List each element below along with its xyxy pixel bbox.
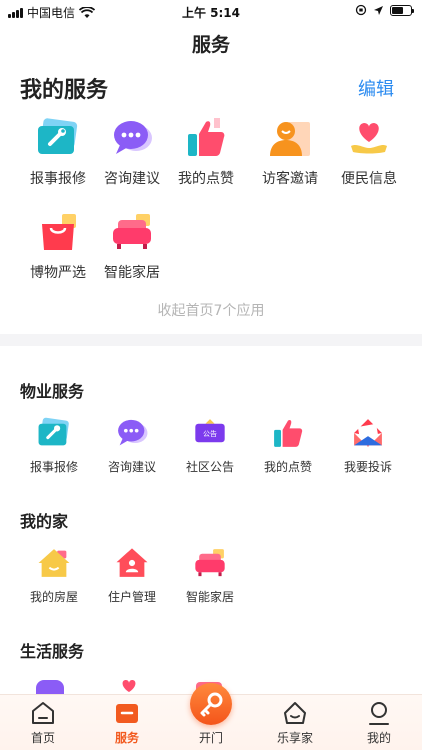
chat-bubble-icon bbox=[115, 416, 149, 450]
repair-card-icon bbox=[37, 416, 71, 450]
sofa-icon bbox=[110, 210, 154, 254]
house-icon bbox=[37, 546, 71, 580]
property-item-label: 咨询建议 bbox=[107, 460, 156, 474]
home-item-house[interactable]: 我的房屋 bbox=[14, 546, 94, 605]
service-item-repair[interactable]: 报事报修 bbox=[16, 116, 100, 188]
visitor-icon bbox=[268, 116, 312, 160]
tab-label: 服务 bbox=[114, 731, 139, 745]
my-services-title: 我的服务 bbox=[20, 78, 109, 103]
property-item-like[interactable]: 我的点赞 bbox=[248, 416, 328, 475]
service-item-label: 博物严选 bbox=[30, 265, 86, 281]
section-divider bbox=[0, 334, 422, 346]
my-services-header: 我的服务 编辑 bbox=[20, 72, 394, 104]
property-services-title: 物业服务 bbox=[20, 382, 85, 401]
tab-profile[interactable]: 我的 bbox=[344, 699, 414, 746]
service-item-info[interactable]: 便民信息 bbox=[327, 116, 411, 188]
collapse-apps-button[interactable]: 收起首页7个应用 bbox=[0, 300, 422, 320]
tab-spacer bbox=[197, 699, 225, 727]
property-item-label: 报事报修 bbox=[29, 460, 78, 474]
complaint-envelope-icon bbox=[351, 416, 385, 450]
home-item-label: 智能家居 bbox=[185, 590, 234, 604]
home-item-residents[interactable]: 住户管理 bbox=[92, 546, 172, 605]
sofa-icon bbox=[193, 546, 227, 580]
home-item-label: 住户管理 bbox=[107, 590, 156, 604]
property-item-consult[interactable]: 咨询建议 bbox=[92, 416, 172, 475]
service-item-label: 智能家居 bbox=[104, 265, 160, 281]
tab-open-door[interactable]: 开门 bbox=[176, 699, 246, 746]
smile-house-icon bbox=[281, 699, 309, 727]
thumbs-up-icon bbox=[271, 416, 305, 450]
property-item-label: 社区公告 bbox=[185, 460, 234, 474]
heart-hand-icon bbox=[118, 678, 140, 694]
home-icon bbox=[29, 699, 57, 727]
my-home-title: 我的家 bbox=[20, 512, 69, 531]
home-item-smarthome[interactable]: 智能家居 bbox=[170, 546, 250, 605]
home-item-label: 我的房屋 bbox=[29, 590, 78, 604]
service-item-label: 访客邀请 bbox=[262, 171, 318, 187]
profile-icon bbox=[365, 699, 393, 727]
service-item-like[interactable]: 我的点赞 bbox=[164, 116, 248, 188]
heart-hand-icon bbox=[347, 116, 391, 160]
service-item-label: 便民信息 bbox=[341, 171, 397, 187]
service-item-label: 报事报修 bbox=[30, 171, 86, 187]
service-item-label: 我的点赞 bbox=[178, 171, 234, 187]
repair-card-icon bbox=[36, 116, 80, 160]
battery-icon bbox=[390, 4, 414, 16]
tab-label: 我的 bbox=[366, 731, 391, 745]
page-title: 服务 bbox=[191, 34, 230, 56]
service-item-consult[interactable]: 咨询建议 bbox=[90, 116, 174, 188]
tab-label: 乐享家 bbox=[276, 731, 313, 745]
tab-label: 首页 bbox=[30, 731, 55, 745]
location-icon bbox=[374, 5, 383, 15]
tab-home[interactable]: 首页 bbox=[8, 699, 78, 746]
service-item-shop[interactable]: 博物严选 bbox=[16, 210, 100, 282]
shopping-bag-icon bbox=[36, 210, 80, 254]
tab-label: 开门 bbox=[198, 731, 223, 745]
notice-board-icon: 公告 bbox=[193, 416, 227, 450]
orientation-lock-icon bbox=[355, 4, 367, 16]
service-item-smarthome[interactable]: 智能家居 bbox=[90, 210, 174, 282]
life-services-title: 生活服务 bbox=[20, 642, 85, 661]
property-item-repair[interactable]: 报事报修 bbox=[14, 416, 94, 475]
tab-lexiangjia[interactable]: 乐享家 bbox=[260, 699, 330, 746]
bottom-tab-bar: 首页 服务 开门 乐享家 我的 bbox=[0, 683, 422, 750]
property-item-label: 我要投诉 bbox=[343, 460, 392, 474]
property-item-label: 我的点赞 bbox=[263, 460, 312, 474]
tab-service[interactable]: 服务 bbox=[92, 699, 162, 746]
status-bar: 中国电信 上午 5:14 bbox=[0, 0, 422, 22]
service-item-visitor[interactable]: 访客邀请 bbox=[248, 116, 332, 188]
property-item-complaint[interactable]: 我要投诉 bbox=[328, 416, 408, 475]
service-icon bbox=[113, 699, 141, 727]
notice-badge-text: 公告 bbox=[203, 430, 217, 438]
property-item-notice[interactable]: 公告 社区公告 bbox=[170, 416, 250, 475]
chat-bubble-icon bbox=[110, 116, 154, 160]
service-item-label: 咨询建议 bbox=[104, 171, 160, 187]
thumbs-up-icon bbox=[184, 116, 228, 160]
resident-house-icon bbox=[115, 546, 149, 580]
edit-button[interactable]: 编辑 bbox=[358, 75, 394, 101]
